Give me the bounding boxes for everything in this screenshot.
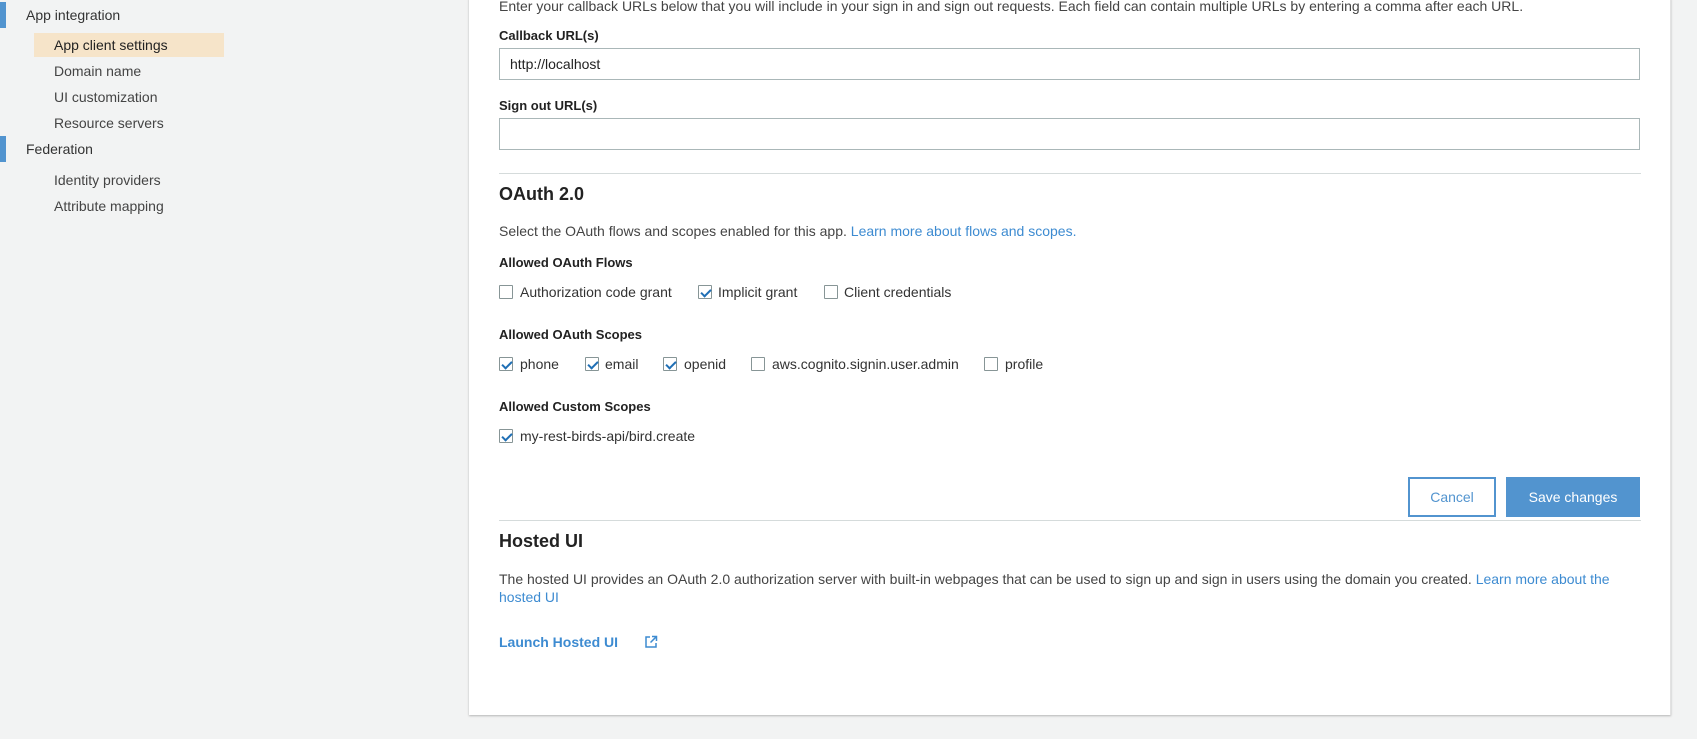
sidebar-section-federation[interactable]: Federation: [0, 136, 230, 162]
checkbox-label: Authorization code grant: [520, 284, 672, 300]
signout-url-label: Sign out URL(s): [499, 98, 598, 113]
section-indicator: [0, 136, 6, 162]
callback-intro-text: Enter your callback URLs below that you …: [499, 0, 1524, 14]
sidebar-item-label: Resource servers: [54, 115, 164, 131]
checkbox-label: aws.cognito.signin.user.admin: [772, 356, 959, 372]
sidebar-section-label: Federation: [26, 141, 93, 157]
sidebar: App integration App client settings Doma…: [0, 0, 230, 739]
sidebar-item-label: App client settings: [54, 37, 168, 53]
sidebar-item-identity-providers[interactable]: Identity providers: [34, 168, 224, 192]
sidebar-item-label: UI customization: [54, 89, 158, 105]
flow-implicit-grant-checkbox[interactable]: [698, 285, 712, 299]
checkbox-label: Client credentials: [844, 284, 952, 300]
allowed-flows-label: Allowed OAuth Flows: [499, 255, 633, 270]
section-divider: [499, 173, 1641, 174]
scope-phone-checkbox[interactable]: [499, 357, 513, 371]
callback-url-input[interactable]: [499, 48, 1640, 80]
cancel-button[interactable]: Cancel: [1408, 477, 1496, 517]
learn-hosted-ui-link-cont[interactable]: hosted UI: [499, 589, 559, 605]
sidebar-section-label: App integration: [26, 7, 121, 23]
sidebar-item-attribute-mapping[interactable]: Attribute mapping: [34, 194, 224, 218]
oauth-description-text: Select the OAuth flows and scopes enable…: [499, 223, 847, 239]
checkbox-label: openid: [684, 356, 727, 372]
hosted-ui-title: Hosted UI: [499, 531, 584, 551]
section-divider: [499, 520, 1641, 521]
sidebar-item-domain-name[interactable]: Domain name: [34, 59, 224, 83]
scope-openid-checkbox[interactable]: [663, 357, 677, 371]
oauth-description: Select the OAuth flows and scopes enable…: [499, 223, 1076, 239]
oauth-title: OAuth 2.0: [499, 184, 585, 204]
custom-scopes-label: Allowed Custom Scopes: [499, 399, 651, 414]
hosted-ui-description-text: The hosted UI provides an OAuth 2.0 auth…: [499, 571, 1472, 587]
scope-profile-checkbox[interactable]: [984, 357, 998, 371]
scope-cognito-admin-checkbox[interactable]: [751, 357, 765, 371]
sidebar-item-ui-customization[interactable]: UI customization: [34, 85, 224, 109]
callback-url-label: Callback URL(s): [499, 28, 599, 43]
custom-scope-bird-create-checkbox[interactable]: [499, 429, 513, 443]
learn-hosted-ui-link[interactable]: Learn more about the: [1476, 571, 1610, 587]
signout-url-input[interactable]: [499, 118, 1640, 150]
section-indicator: [0, 2, 6, 28]
sidebar-item-label: Domain name: [54, 63, 142, 79]
launch-hosted-ui[interactable]: Launch Hosted UI: [499, 634, 658, 654]
checkbox-label: profile: [1005, 356, 1044, 372]
sidebar-item-label: Attribute mapping: [54, 198, 164, 214]
app-client-settings-panel: Enter your callback URLs below that you …: [469, 0, 1671, 715]
sidebar-item-app-client-settings[interactable]: App client settings: [34, 33, 224, 57]
learn-flows-link[interactable]: Learn more about flows and scopes.: [851, 223, 1077, 239]
flow-authorization-code-checkbox[interactable]: [499, 285, 513, 299]
checkbox-label: email: [605, 356, 639, 372]
save-changes-button[interactable]: Save changes: [1506, 477, 1640, 517]
sidebar-item-label: Identity providers: [54, 172, 161, 188]
sidebar-section-app-integration[interactable]: App integration: [0, 2, 230, 28]
hosted-ui-description: The hosted UI provides an OAuth 2.0 auth…: [499, 570, 1644, 606]
scope-email-checkbox[interactable]: [585, 357, 599, 371]
checkbox-label: my-rest-birds-api/bird.create: [520, 428, 696, 444]
sidebar-item-resource-servers[interactable]: Resource servers: [34, 111, 224, 135]
launch-hosted-ui-link[interactable]: Launch Hosted UI: [499, 634, 618, 650]
checkbox-label: Implicit grant: [718, 284, 798, 300]
checkbox-label: phone: [520, 356, 559, 372]
flow-client-credentials-checkbox[interactable]: [824, 285, 838, 299]
allowed-scopes-label: Allowed OAuth Scopes: [499, 327, 643, 342]
external-link-icon: [644, 635, 658, 654]
